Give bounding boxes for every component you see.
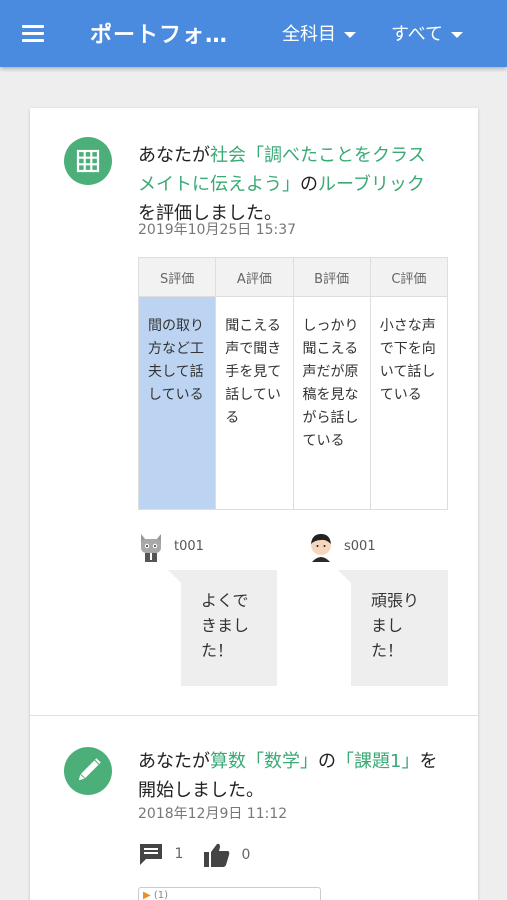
subject-link[interactable]: 社会 (210, 145, 246, 166)
task-link[interactable]: 「課題1」 (336, 751, 419, 772)
feed-divider (30, 715, 478, 716)
scope-filter-dropdown[interactable]: すべて (391, 20, 464, 46)
caret-down-icon (344, 32, 356, 38)
activity-text: あなたが算数「数学」の「課題1」を開始しました。 (138, 747, 438, 805)
pencil-icon (64, 747, 112, 795)
comment-bubble: よくできました！ (168, 570, 277, 686)
attachment-icon: ▶ (143, 890, 151, 900)
comment-bubble: 頑張りました！ (338, 570, 448, 686)
teacher-avatar (141, 534, 161, 562)
comment-count-button[interactable]: 1 (138, 842, 183, 866)
grid-icon (64, 137, 112, 185)
feed-card: あなたが社会「調べたことをクラスメイトに伝えよう」のルーブリックを評価しました。… (30, 108, 478, 900)
menu-icon[interactable] (20, 20, 50, 48)
attachment-box[interactable]: ▶ (1) (138, 887, 321, 900)
page-title: ポートフォ… (90, 23, 229, 48)
rubric-link[interactable]: ルーブリック (318, 174, 425, 195)
activity-connector: の (300, 174, 318, 195)
activity-connector: の (318, 751, 336, 772)
rubric-cell: 聞こえる声で聞き手を見て話している (215, 296, 294, 510)
commenter-name: s001 (344, 539, 376, 554)
scope-filter-label: すべて (391, 24, 444, 45)
activity-text: あなたが社会「調べたことをクラスメイトに伝えよう」のルーブリックを評価しました。 (138, 141, 438, 228)
app-bar: ポートフォ… 全科目 すべて (0, 0, 507, 67)
activity-date: 2019年10月25日 15:37 (138, 222, 297, 238)
rubric-cell: しっかり聞こえる声だが原稿を見ながら話している (292, 296, 371, 510)
subject-filter-label: 全科目 (282, 24, 336, 45)
thumbs-up-icon (204, 843, 230, 867)
caret-down-icon (451, 32, 464, 38)
rubric-cell: 小さな声で下を向いて話している (369, 296, 449, 510)
attachment-label: (1) (153, 890, 169, 900)
activity-prefix: あなたが (138, 145, 210, 166)
rubric-header: A評価 (215, 257, 294, 297)
rubric-header: C評価 (369, 257, 449, 297)
course-link[interactable]: 「数学」 (246, 751, 318, 772)
subject-filter-dropdown[interactable]: 全科目 (282, 20, 356, 46)
rubric-table: S評価 A評価 B評価 C評価 間の取り方など工夫して話している 聞こえる声で聞… (137, 257, 449, 510)
commenter-name: t001 (174, 539, 204, 554)
rubric-cell-selected: 間の取り方など工夫して話している (137, 296, 217, 510)
subject-link[interactable]: 算数 (210, 751, 246, 772)
like-count: 0 (241, 847, 251, 863)
comment-count: 1 (174, 846, 184, 862)
rubric-header: B評価 (292, 257, 371, 297)
comment-icon (140, 844, 162, 865)
like-button[interactable]: 0 (203, 842, 250, 868)
activity-prefix: あなたが (138, 751, 210, 772)
activity-date: 2018年12月9日 11:12 (138, 806, 288, 822)
rubric-header: S評価 (137, 257, 217, 297)
student-avatar (311, 534, 331, 562)
